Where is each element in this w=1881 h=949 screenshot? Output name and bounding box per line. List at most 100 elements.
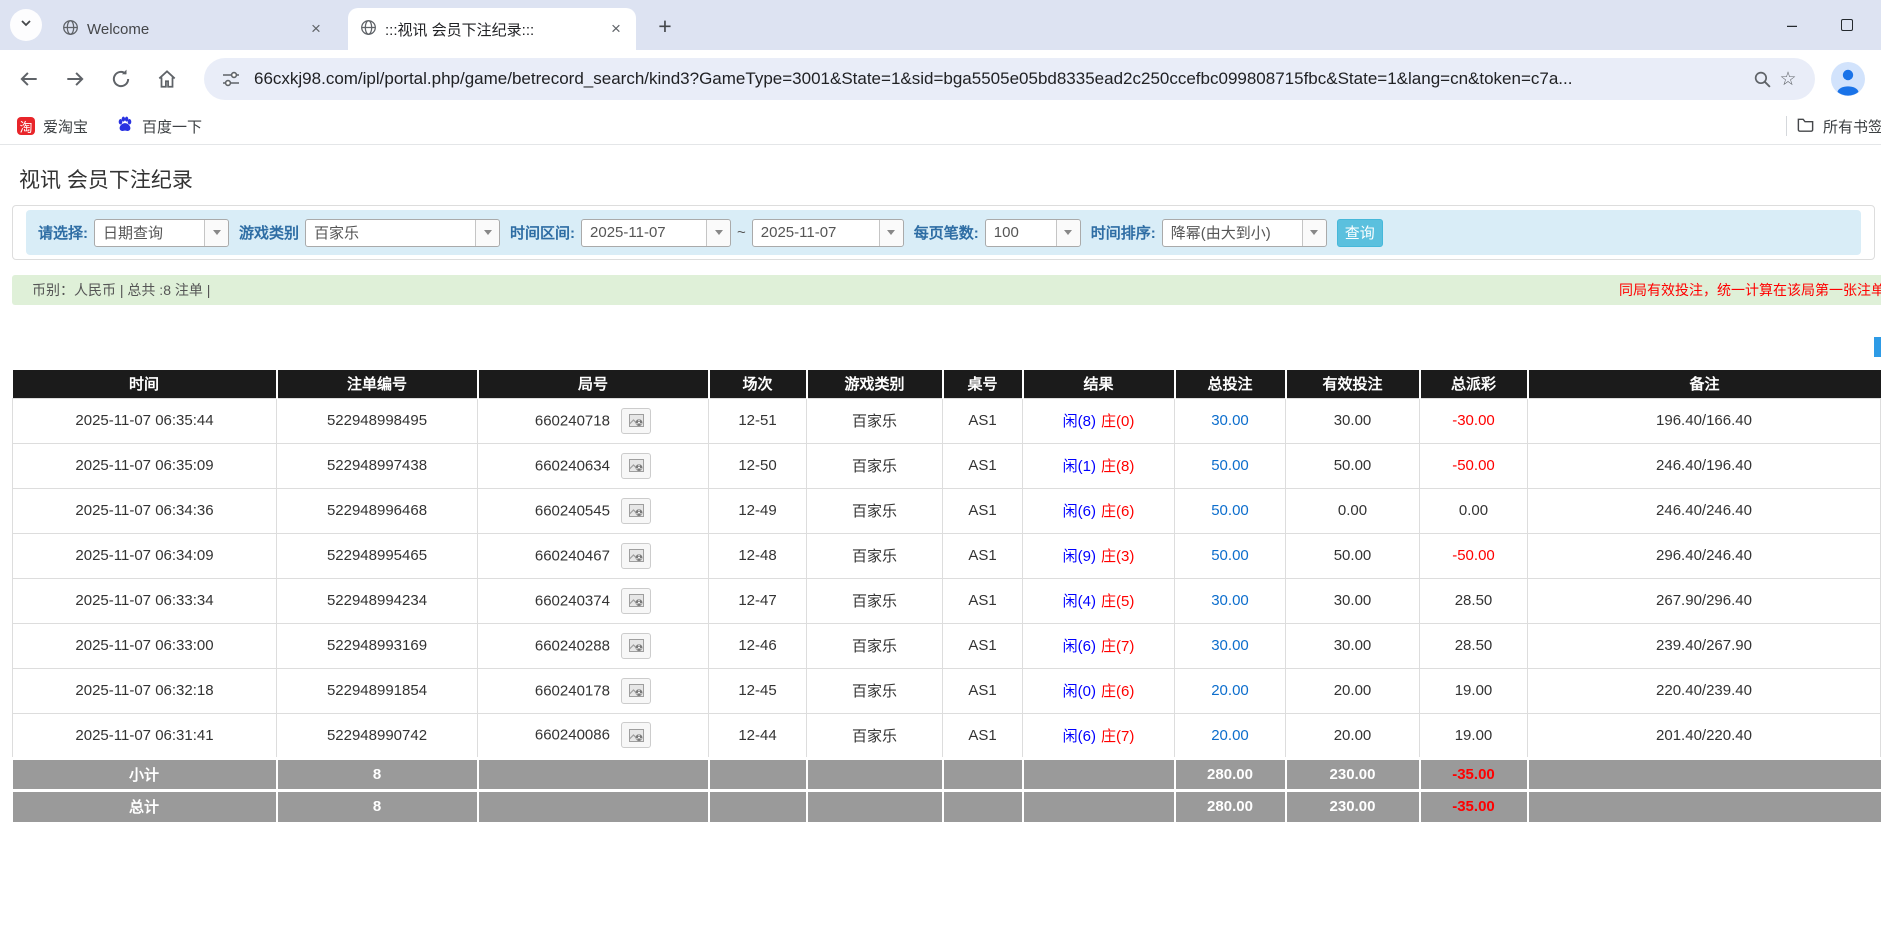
cell-result: 闲(0)庄(6) xyxy=(1023,668,1175,713)
window-controls: – xyxy=(1787,0,1853,50)
cell-total-bet: 20.00 xyxy=(1175,668,1286,713)
game-type-select[interactable]: 百家乐 xyxy=(305,219,500,247)
query-type-select[interactable]: 日期查询 xyxy=(94,219,229,247)
subtotal-row: 小计 8 280.00 230.00 -35.00 xyxy=(13,758,1881,790)
total-bet-link[interactable]: 50.00 xyxy=(1211,547,1249,564)
cell-note: 220.40/239.40 xyxy=(1528,668,1881,713)
cell-bet-id: 522948991854 xyxy=(277,668,478,713)
cell-time: 2025-11-07 06:33:00 xyxy=(13,623,277,668)
video-replay-icon[interactable] xyxy=(621,453,651,479)
tab-title: Welcome xyxy=(87,21,298,38)
cell-total-bet: 20.00 xyxy=(1175,713,1286,758)
search-button[interactable]: 查询 xyxy=(1337,219,1383,247)
total-bet-link[interactable]: 30.00 xyxy=(1211,592,1249,609)
tab-betrecord[interactable]: :::视讯 会员下注纪录::: × xyxy=(348,8,636,50)
cell-session: 12-50 xyxy=(709,443,807,488)
round-number: 660240467 xyxy=(535,547,610,564)
all-bookmarks-button[interactable]: 所有书签 xyxy=(1796,108,1881,144)
url-text[interactable]: 66cxkj98.com/ipl/portal.php/game/betreco… xyxy=(254,69,1739,89)
globe-icon xyxy=(62,19,79,40)
date-to-select[interactable]: 2025-11-07 xyxy=(752,219,904,247)
cell-game: 百家乐 xyxy=(807,488,943,533)
table-row: 2025-11-07 06:35:44 522948998495 6602407… xyxy=(13,398,1881,443)
cell-note: 239.40/267.90 xyxy=(1528,623,1881,668)
game-type-label: 游戏类别 xyxy=(239,222,299,243)
new-tab-button[interactable]: + xyxy=(652,13,678,39)
cell-round: 660240288 xyxy=(478,623,709,668)
cell-round: 660240086 xyxy=(478,713,709,758)
address-bar[interactable]: 66cxkj98.com/ipl/portal.php/game/betreco… xyxy=(204,58,1815,100)
back-icon[interactable] xyxy=(16,66,42,92)
game-type-value: 百家乐 xyxy=(306,222,475,243)
header-payout: 总派彩 xyxy=(1420,370,1528,398)
cell-payout: -30.00 xyxy=(1420,398,1528,443)
site-settings-icon[interactable] xyxy=(218,66,244,92)
total-bet-link[interactable]: 50.00 xyxy=(1211,502,1249,519)
date-from-select[interactable]: 2025-11-07 xyxy=(581,219,731,247)
empty-cell xyxy=(807,758,943,790)
cell-table: AS1 xyxy=(943,668,1023,713)
minimize-icon[interactable]: – xyxy=(1787,15,1797,36)
page-size-select[interactable]: 100 xyxy=(985,219,1081,247)
header-bet-id: 注单编号 xyxy=(277,370,478,398)
chevron-down-icon xyxy=(1302,220,1326,246)
zoom-icon[interactable] xyxy=(1749,66,1775,92)
header-game: 游戏类别 xyxy=(807,370,943,398)
reload-icon[interactable] xyxy=(108,66,134,92)
video-replay-icon[interactable] xyxy=(621,633,651,659)
cell-result: 闲(8)庄(0) xyxy=(1023,398,1175,443)
close-icon[interactable]: × xyxy=(606,19,626,39)
cell-total-bet: 30.00 xyxy=(1175,578,1286,623)
video-replay-icon[interactable] xyxy=(621,543,651,569)
round-number: 660240545 xyxy=(535,502,610,519)
video-replay-icon[interactable] xyxy=(621,588,651,614)
video-replay-icon[interactable] xyxy=(621,498,651,524)
total-payout: -35.00 xyxy=(1420,790,1528,822)
header-round: 局号 xyxy=(478,370,709,398)
cell-round: 660240634 xyxy=(478,443,709,488)
total-bet-link[interactable]: 50.00 xyxy=(1211,457,1249,474)
result-player: 闲(1) xyxy=(1063,458,1096,475)
tab-search-button[interactable] xyxy=(10,9,42,41)
home-icon[interactable] xyxy=(154,66,180,92)
cell-note: 246.40/246.40 xyxy=(1528,488,1881,533)
total-row: 总计 8 280.00 230.00 -35.00 xyxy=(13,790,1881,822)
empty-cell xyxy=(1528,790,1881,822)
profile-avatar[interactable] xyxy=(1831,62,1865,96)
total-bet-link[interactable]: 20.00 xyxy=(1211,727,1249,744)
table-row: 2025-11-07 06:34:09 522948995465 6602404… xyxy=(13,533,1881,578)
sort-select[interactable]: 降幂(由大到小) xyxy=(1162,219,1327,247)
video-replay-icon[interactable] xyxy=(621,722,651,748)
result-banker: 庄(6) xyxy=(1101,683,1134,700)
subtotal-bet: 280.00 xyxy=(1175,758,1286,790)
result-player: 闲(6) xyxy=(1063,638,1096,655)
maximize-icon[interactable] xyxy=(1841,19,1853,31)
total-bet-link[interactable]: 30.00 xyxy=(1211,637,1249,654)
cell-table: AS1 xyxy=(943,533,1023,578)
bookmark-star-icon[interactable]: ☆ xyxy=(1775,66,1801,92)
cell-game: 百家乐 xyxy=(807,398,943,443)
cell-round: 660240374 xyxy=(478,578,709,623)
chevron-down-icon xyxy=(475,220,499,246)
video-replay-icon[interactable] xyxy=(621,678,651,704)
tab-welcome[interactable]: Welcome × xyxy=(50,8,336,50)
total-bet-link[interactable]: 20.00 xyxy=(1211,682,1249,699)
subtotal-payout: -35.00 xyxy=(1420,758,1528,790)
close-icon[interactable]: × xyxy=(306,19,326,39)
bookmark-aitaobao[interactable]: 淘 爱淘宝 xyxy=(17,116,88,137)
video-replay-icon[interactable] xyxy=(621,408,651,434)
cell-note: 246.40/196.40 xyxy=(1528,443,1881,488)
cell-note: 267.90/296.40 xyxy=(1528,578,1881,623)
bookmark-baidu[interactable]: 百度一下 xyxy=(116,115,202,137)
total-bet-link[interactable]: 30.00 xyxy=(1211,412,1249,429)
cell-time: 2025-11-07 06:35:44 xyxy=(13,398,277,443)
cell-payout: -50.00 xyxy=(1420,533,1528,578)
result-banker: 庄(6) xyxy=(1101,503,1134,520)
cell-time: 2025-11-07 06:35:09 xyxy=(13,443,277,488)
forward-icon[interactable] xyxy=(62,66,88,92)
bookmarks-bar: 淘 爱淘宝 百度一下 所有书签 xyxy=(0,108,1881,145)
folder-icon xyxy=(1796,115,1815,138)
scrollbar-thumb[interactable] xyxy=(1874,337,1881,357)
result-banker: 庄(7) xyxy=(1101,728,1134,745)
result-player: 闲(6) xyxy=(1063,728,1096,745)
